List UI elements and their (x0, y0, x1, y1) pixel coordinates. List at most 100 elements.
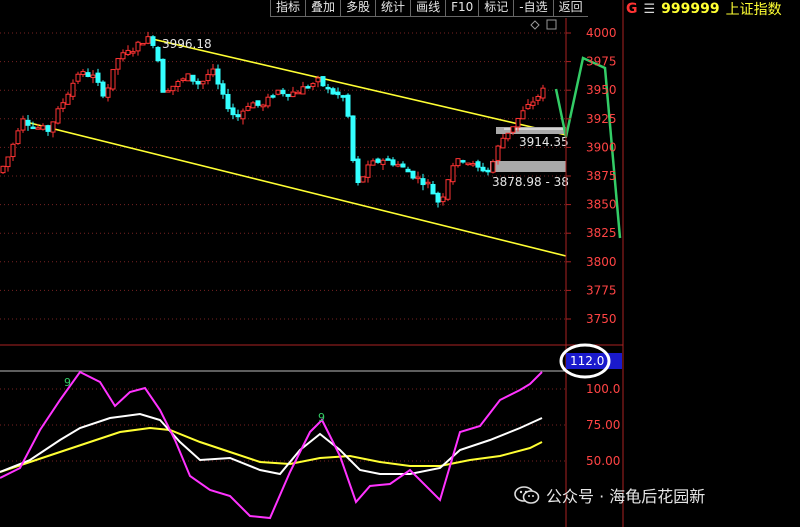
candle-body (75, 73, 81, 82)
candle-body (520, 110, 526, 120)
candle-body (260, 104, 266, 108)
candle-body (355, 158, 361, 184)
candle-body (310, 83, 316, 87)
indicator-axis-label: 75.00 (586, 418, 620, 432)
candle-body (20, 118, 26, 131)
candle-body (180, 78, 186, 82)
channel-lower-line (29, 122, 567, 257)
candle-body (195, 80, 201, 85)
candle-body (55, 108, 61, 124)
price-axis-label: 3800 (586, 255, 617, 269)
candle-body (230, 107, 236, 116)
candle-body (265, 96, 271, 107)
candle-body (400, 163, 406, 168)
candle-body (460, 160, 466, 163)
chart-settings-icons[interactable] (530, 19, 557, 30)
candle-body (375, 158, 381, 163)
candle-body (200, 80, 206, 85)
candle-body (415, 176, 421, 180)
stock-chart[interactable]: 3996.18 3914.35 3878.98 - 38 4000 3975 395… (0, 0, 800, 527)
indicator-axis: 100.0 75.00 50.00 (586, 382, 620, 468)
candle-body (305, 86, 311, 89)
candle-body (210, 68, 216, 76)
candle-body (70, 82, 76, 97)
candle-body (35, 127, 41, 130)
support-zone-lower (490, 161, 566, 172)
price-axis-label: 3950 (586, 83, 617, 97)
channel-upper-line (147, 37, 567, 136)
candle-body (445, 179, 451, 200)
window-icon[interactable] (546, 19, 557, 30)
price-gridlines (0, 32, 566, 320)
candle-body (390, 159, 396, 166)
candle-body (450, 165, 456, 183)
candle-body (495, 145, 501, 161)
candle-body (540, 87, 546, 99)
candle-body (430, 183, 436, 195)
candle-body (505, 132, 511, 140)
candle-body (105, 87, 111, 98)
indicator-axis-label: 100.0 (586, 382, 620, 396)
current-value-label: 112.0 (570, 354, 604, 368)
candle-body (155, 46, 161, 62)
candle-body (130, 51, 136, 54)
candle-body (275, 89, 281, 95)
candle-body (315, 77, 321, 83)
candle-body (535, 96, 541, 101)
candle-body (235, 114, 241, 118)
candle-body (360, 176, 366, 183)
candle-body (530, 101, 536, 106)
candle-body (215, 68, 221, 85)
candle-body (10, 143, 16, 158)
candle-body (245, 105, 251, 111)
price-axis-label: 3775 (586, 283, 617, 297)
candle-body (205, 74, 211, 82)
candle-body (380, 159, 386, 165)
price-axis-label: 3850 (586, 198, 617, 212)
candle-body (385, 158, 391, 161)
price-axis-label: 3900 (586, 140, 617, 154)
candle-body (225, 93, 231, 110)
watermark-text: 公众号 · 海龟后花园新 (546, 487, 706, 506)
candle-body (455, 158, 461, 167)
candle-body (0, 165, 6, 174)
candle-body (395, 163, 401, 167)
price-axis: 4000 3975 3950 3925 3900 3875 3850 3825 3800 3775… (566, 26, 617, 326)
candle-body (420, 178, 426, 186)
candle-body (300, 86, 306, 95)
candle-body (40, 125, 46, 130)
candle-body (410, 170, 416, 179)
wechat-icon (514, 486, 540, 504)
candle-body (45, 125, 51, 132)
candle-body (485, 169, 491, 173)
candle-body (50, 121, 56, 133)
candle-body (140, 42, 146, 46)
candle-body (250, 102, 256, 109)
candle-body (25, 119, 31, 126)
candle-body (125, 49, 131, 55)
candle-body (150, 36, 156, 46)
candle-body (255, 100, 261, 106)
annotation-low: 3878.98 - 38 (492, 175, 569, 189)
candle-body (335, 91, 341, 96)
candle-body (325, 86, 331, 90)
candle-body (320, 76, 326, 87)
candle-body (175, 81, 181, 88)
candle-body (350, 115, 356, 162)
price-axis-label: 4000 (586, 26, 617, 40)
diamond-icon[interactable] (530, 20, 540, 30)
candle-body (220, 83, 226, 95)
price-axis-label: 3925 (586, 112, 617, 126)
candle-body (65, 93, 71, 105)
price-axis-label: 3875 (586, 169, 617, 183)
candle-body (470, 163, 476, 166)
candle-body (95, 72, 101, 83)
candle-body (490, 161, 496, 173)
candle-body (170, 85, 176, 92)
price-axis-label: 3750 (586, 312, 617, 326)
candle-body (145, 36, 151, 44)
candle-body (165, 90, 171, 93)
candle-body (475, 161, 481, 168)
candle-body (440, 196, 446, 203)
candle-body (120, 52, 126, 60)
